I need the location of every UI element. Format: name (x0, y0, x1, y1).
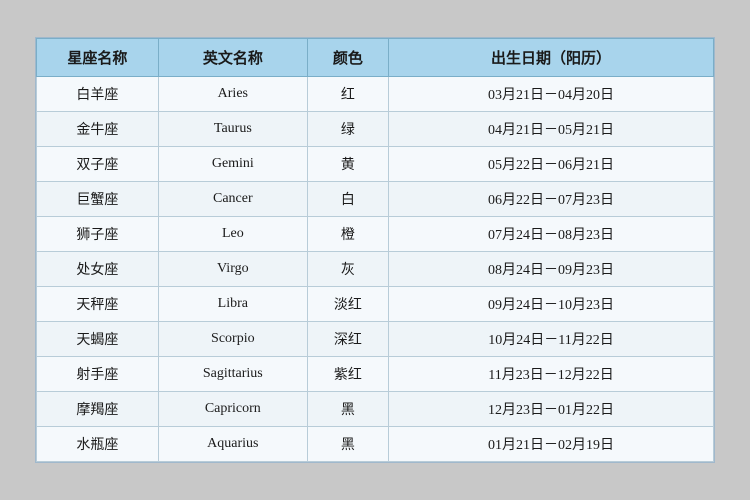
cell-color: 黄 (307, 147, 388, 182)
zodiac-table-container: 星座名称 英文名称 颜色 出生日期（阳历） 白羊座Aries红03月21日－04… (35, 37, 715, 463)
table-row: 白羊座Aries红03月21日－04月20日 (37, 77, 714, 112)
cell-cn-name: 射手座 (37, 357, 159, 392)
cell-cn-name: 巨蟹座 (37, 182, 159, 217)
cell-cn-name: 金牛座 (37, 112, 159, 147)
cell-date: 01月21日－02月19日 (389, 427, 714, 462)
cell-date: 04月21日－05月21日 (389, 112, 714, 147)
header-cn-name: 星座名称 (37, 39, 159, 77)
cell-date: 12月23日－01月22日 (389, 392, 714, 427)
cell-color: 淡红 (307, 287, 388, 322)
cell-color: 绿 (307, 112, 388, 147)
cell-color: 黑 (307, 427, 388, 462)
table-header-row: 星座名称 英文名称 颜色 出生日期（阳历） (37, 39, 714, 77)
cell-cn-name: 天蝎座 (37, 322, 159, 357)
cell-date: 11月23日－12月22日 (389, 357, 714, 392)
cell-en-name: Cancer (158, 182, 307, 217)
cell-date: 05月22日－06月21日 (389, 147, 714, 182)
header-date: 出生日期（阳历） (389, 39, 714, 77)
cell-cn-name: 狮子座 (37, 217, 159, 252)
cell-color: 紫红 (307, 357, 388, 392)
cell-cn-name: 水瓶座 (37, 427, 159, 462)
table-row: 双子座Gemini黄05月22日－06月21日 (37, 147, 714, 182)
table-row: 天秤座Libra淡红09月24日－10月23日 (37, 287, 714, 322)
table-row: 射手座Sagittarius紫红11月23日－12月22日 (37, 357, 714, 392)
header-en-name: 英文名称 (158, 39, 307, 77)
cell-cn-name: 双子座 (37, 147, 159, 182)
cell-color: 红 (307, 77, 388, 112)
cell-cn-name: 白羊座 (37, 77, 159, 112)
cell-date: 07月24日－08月23日 (389, 217, 714, 252)
cell-color: 灰 (307, 252, 388, 287)
table-row: 金牛座Taurus绿04月21日－05月21日 (37, 112, 714, 147)
cell-en-name: Virgo (158, 252, 307, 287)
cell-cn-name: 处女座 (37, 252, 159, 287)
cell-en-name: Libra (158, 287, 307, 322)
table-row: 狮子座Leo橙07月24日－08月23日 (37, 217, 714, 252)
cell-date: 06月22日－07月23日 (389, 182, 714, 217)
cell-date: 10月24日－11月22日 (389, 322, 714, 357)
cell-color: 黑 (307, 392, 388, 427)
cell-en-name: Taurus (158, 112, 307, 147)
cell-en-name: Aries (158, 77, 307, 112)
cell-en-name: Sagittarius (158, 357, 307, 392)
table-row: 巨蟹座Cancer白06月22日－07月23日 (37, 182, 714, 217)
table-body: 白羊座Aries红03月21日－04月20日金牛座Taurus绿04月21日－0… (37, 77, 714, 462)
cell-en-name: Scorpio (158, 322, 307, 357)
cell-en-name: Gemini (158, 147, 307, 182)
cell-cn-name: 摩羯座 (37, 392, 159, 427)
cell-en-name: Capricorn (158, 392, 307, 427)
cell-color: 深红 (307, 322, 388, 357)
header-color: 颜色 (307, 39, 388, 77)
cell-cn-name: 天秤座 (37, 287, 159, 322)
table-row: 摩羯座Capricorn黑12月23日－01月22日 (37, 392, 714, 427)
cell-en-name: Leo (158, 217, 307, 252)
cell-en-name: Aquarius (158, 427, 307, 462)
table-row: 处女座Virgo灰08月24日－09月23日 (37, 252, 714, 287)
cell-date: 08月24日－09月23日 (389, 252, 714, 287)
cell-color: 橙 (307, 217, 388, 252)
cell-date: 03月21日－04月20日 (389, 77, 714, 112)
table-row: 水瓶座Aquarius黑01月21日－02月19日 (37, 427, 714, 462)
table-row: 天蝎座Scorpio深红10月24日－11月22日 (37, 322, 714, 357)
cell-color: 白 (307, 182, 388, 217)
zodiac-table: 星座名称 英文名称 颜色 出生日期（阳历） 白羊座Aries红03月21日－04… (36, 38, 714, 462)
cell-date: 09月24日－10月23日 (389, 287, 714, 322)
